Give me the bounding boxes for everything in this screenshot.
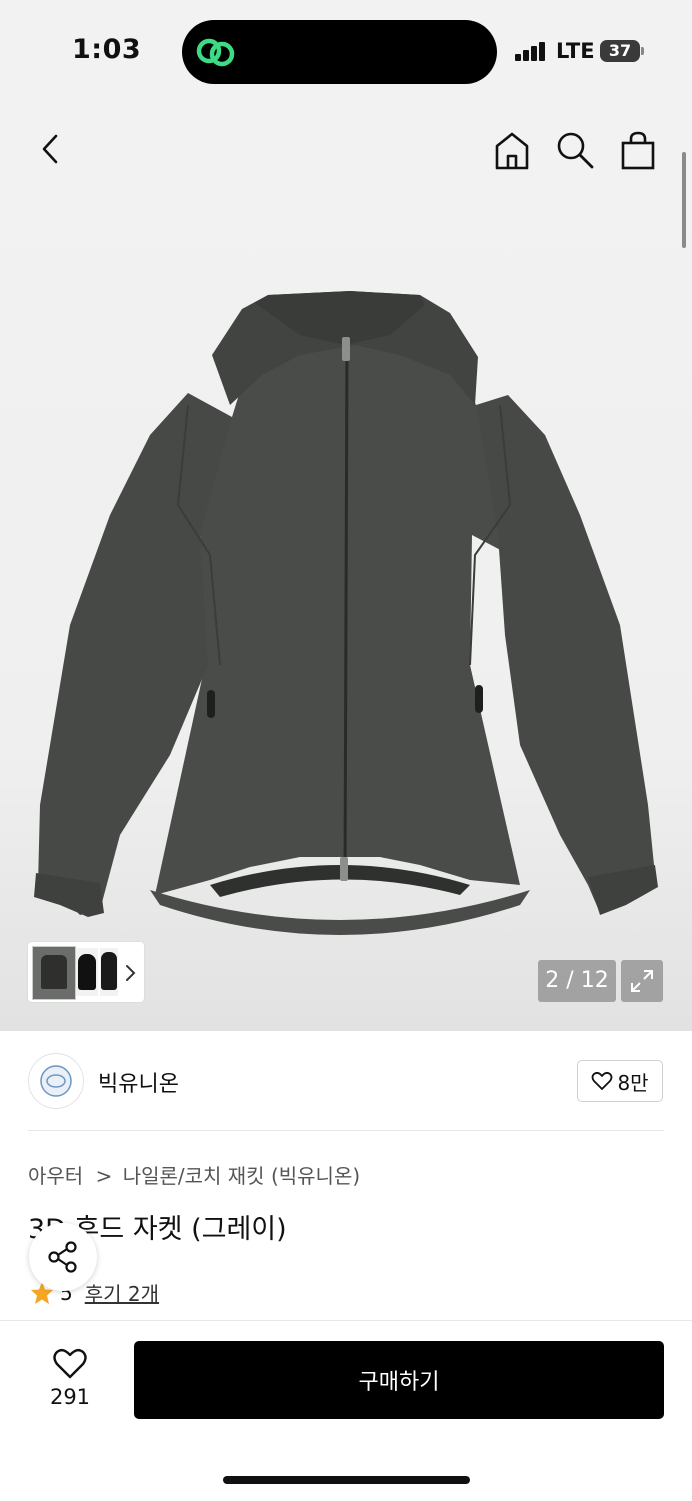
- expand-icon[interactable]: [621, 960, 663, 1002]
- brand-name[interactable]: 빅유니온: [98, 1066, 179, 1098]
- buy-button[interactable]: 구매하기: [134, 1341, 664, 1419]
- shopping-bag-icon[interactable]: [614, 126, 662, 174]
- status-time: 1:03: [72, 34, 142, 65]
- thumbnail-strip[interactable]: [28, 942, 144, 1002]
- breadcrumb-subcategory[interactable]: 나일론/코치 재킷 (빅유니온): [123, 1164, 360, 1188]
- scroll-indicator[interactable]: [682, 152, 686, 248]
- product-image-gallery[interactable]: [0, 105, 692, 1031]
- chevron-right-icon[interactable]: [124, 964, 136, 982]
- network-type: LTE: [556, 39, 595, 63]
- wishlist-heart-icon[interactable]: [52, 1346, 88, 1380]
- product-image: [34, 291, 658, 935]
- back-arrow-icon[interactable]: [26, 125, 74, 173]
- signal-icon: [515, 41, 545, 61]
- breadcrumb-category[interactable]: 아우터: [28, 1164, 83, 1188]
- wishlist-count: 291: [49, 1385, 91, 1409]
- image-counter: 2 / 12: [538, 960, 616, 1002]
- divider: [28, 1130, 664, 1131]
- home-icon[interactable]: [488, 126, 536, 174]
- thumbnail-2[interactable]: [76, 948, 98, 996]
- link-icon: [196, 38, 235, 67]
- breadcrumb: 아우터 > 나일론/코치 재킷 (빅유니온): [28, 1160, 360, 1189]
- battery-icon: 37: [600, 40, 640, 62]
- thumbnail-1[interactable]: [32, 946, 76, 1000]
- brand-like-count: 8만: [617, 1070, 649, 1095]
- heart-icon: [592, 1071, 613, 1090]
- thumbnail-3[interactable]: [100, 948, 118, 996]
- brand-like-button[interactable]: 8만: [577, 1060, 663, 1102]
- breadcrumb-separator: >: [95, 1164, 113, 1188]
- share-icon[interactable]: [29, 1223, 97, 1291]
- battery-cap: [641, 47, 644, 55]
- brand-logo[interactable]: [28, 1053, 84, 1109]
- review-link[interactable]: 후기 2개: [85, 1278, 159, 1307]
- home-indicator[interactable]: [223, 1476, 470, 1484]
- search-icon[interactable]: [551, 126, 599, 174]
